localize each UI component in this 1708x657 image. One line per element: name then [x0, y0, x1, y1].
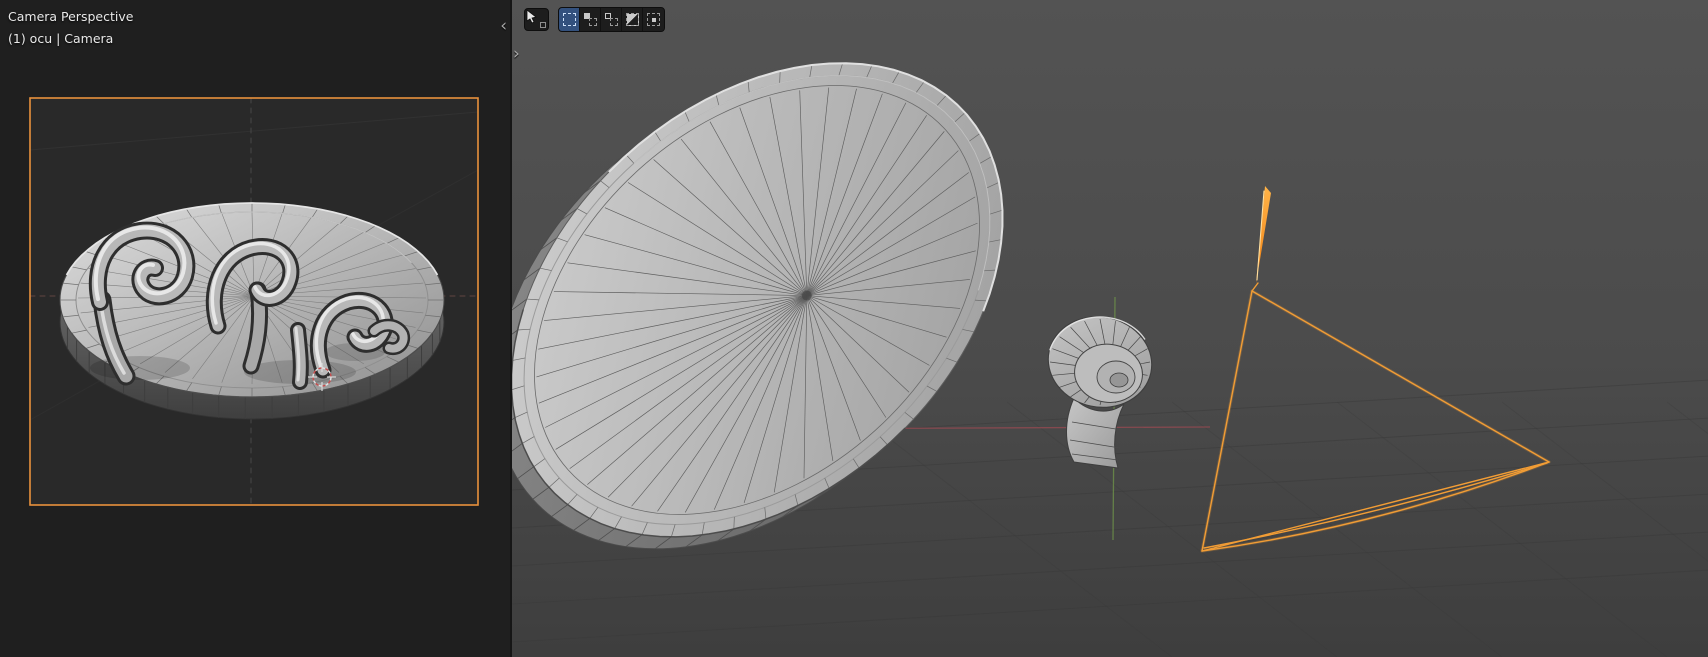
view-label: Camera Perspective — [8, 9, 134, 24]
select-mode-set-button[interactable] — [559, 8, 580, 31]
viewport-toolbar — [524, 7, 665, 32]
select-mode-extend-button[interactable] — [580, 8, 601, 31]
square-intersect-icon — [647, 13, 660, 26]
app-window: Camera Perspective (1) ocu | Camera ‹ › — [0, 0, 1708, 657]
square-extend-icon — [583, 13, 597, 26]
square-invert-icon — [625, 13, 639, 26]
camera-view-canvas[interactable] — [0, 0, 510, 657]
main-3d-viewport[interactable]: › — [510, 0, 1708, 657]
camera-breadcrumb: (1) ocu | Camera — [8, 31, 114, 46]
cone-wireframe-light[interactable] — [1200, 186, 1551, 553]
select-mode-intersect-button[interactable] — [643, 8, 664, 31]
dashed-square-icon — [562, 13, 576, 26]
tweak-tool-button[interactable] — [524, 8, 549, 31]
tweak-dash-icon — [540, 22, 546, 28]
spiral-mesh[interactable] — [1040, 307, 1160, 469]
viewport-canvas[interactable] — [512, 0, 1708, 657]
select-mode-subtract-button[interactable] — [601, 8, 622, 31]
square-subtract-icon — [604, 13, 618, 26]
select-mode-group — [558, 7, 665, 32]
select-mode-invert-button[interactable] — [622, 8, 643, 31]
collapse-panel-chevron-icon[interactable]: ‹ — [500, 18, 507, 35]
cursor-arrow-icon — [526, 9, 537, 24]
camera-viewport[interactable]: Camera Perspective (1) ocu | Camera ‹ — [0, 0, 510, 657]
expand-panel-chevron-icon[interactable]: › — [513, 46, 520, 63]
